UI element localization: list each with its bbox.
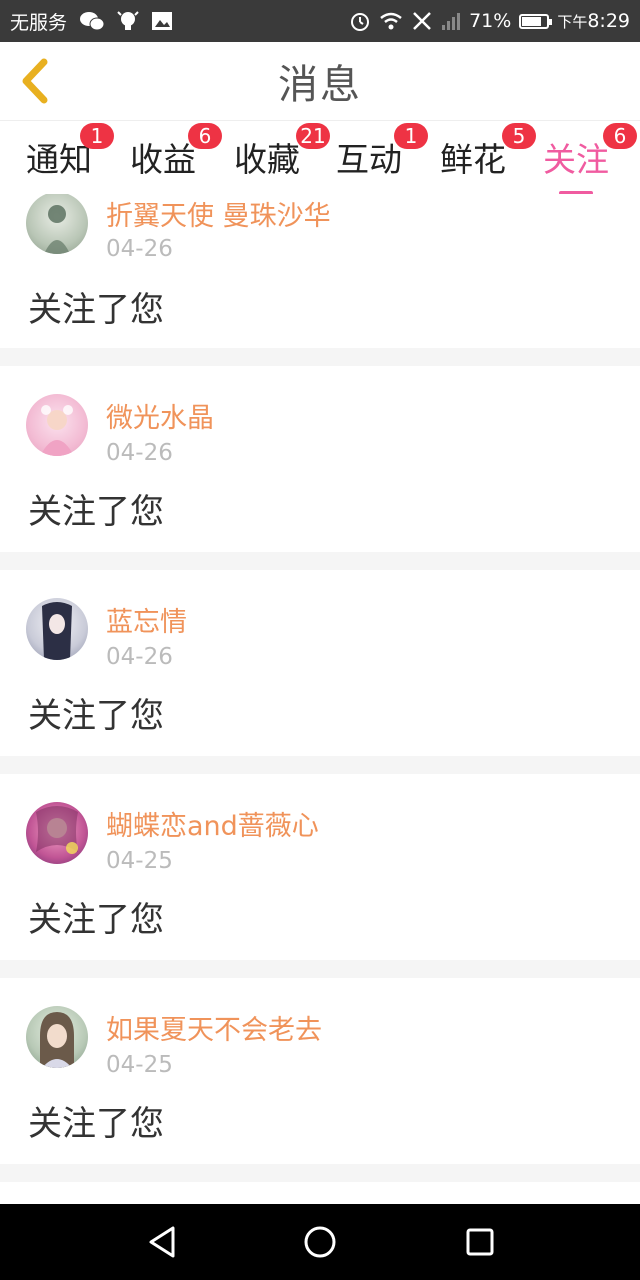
recents-square-icon: [466, 1228, 494, 1256]
chevron-left-icon: [22, 58, 48, 104]
tab-earnings[interactable]: 收益 6: [130, 123, 222, 181]
lightbulb-icon: [117, 9, 139, 33]
tab-label: 关注: [543, 140, 609, 179]
user-name[interactable]: 折翼天使 曼珠沙华: [106, 194, 331, 233]
list-item[interactable]: [0, 1182, 640, 1204]
follow-message: 关注了您: [28, 1104, 164, 1144]
back-triangle-icon: [149, 1226, 175, 1258]
follow-date: 04-25: [106, 1052, 173, 1078]
avatar[interactable]: [26, 1006, 88, 1068]
tab-interactions[interactable]: 互动 1: [336, 123, 428, 181]
follow-date: 04-26: [106, 440, 173, 466]
page-title: 消息: [278, 62, 362, 108]
tab-badge: 6: [603, 123, 637, 149]
avatar[interactable]: [26, 194, 88, 254]
user-name[interactable]: 微光水晶: [106, 396, 214, 435]
no-sim-icon: [411, 10, 433, 32]
image-icon: [151, 11, 173, 31]
list-item[interactable]: 折翼天使 曼珠沙华 04-26 关注了您: [0, 194, 640, 348]
list-item[interactable]: 微光水晶 04-26 关注了您: [0, 366, 640, 552]
nav-home-button[interactable]: [300, 1222, 340, 1262]
tab-badge: 21: [296, 123, 330, 149]
list-item[interactable]: 蝴蝶恋and蔷薇心 04-25 关注了您: [0, 774, 640, 960]
tab-label: 互动: [336, 140, 402, 179]
follow-feed[interactable]: 折翼天使 曼珠沙华 04-26 关注了您 微光水晶 04-26 关注了您 蓝忘情…: [0, 194, 640, 1204]
signal-icon: [441, 11, 461, 31]
tab-badge: 6: [188, 123, 222, 149]
back-button[interactable]: [18, 58, 52, 104]
follow-date: 04-26: [106, 236, 173, 262]
tab-label: 收益: [130, 140, 196, 179]
tab-badge: 1: [80, 123, 114, 149]
tab-label: 通知: [26, 140, 92, 179]
avatar[interactable]: [26, 802, 88, 864]
follow-message: 关注了您: [28, 290, 164, 330]
tab-label: 鲜花: [440, 140, 506, 179]
tab-favorites[interactable]: 收藏 21: [234, 123, 330, 181]
tab-flowers[interactable]: 鲜花 5: [440, 123, 536, 181]
tab-bar: 通知 1 收益 6 收藏 21 互动 1 鲜花 5 关注 6: [0, 120, 640, 195]
home-circle-icon: [304, 1226, 336, 1258]
follow-message: 关注了您: [28, 696, 164, 736]
tab-badge: 5: [502, 123, 536, 149]
battery-percent: 71%: [469, 10, 512, 32]
alarm-icon: [349, 10, 371, 32]
battery-icon: [519, 13, 553, 29]
avatar[interactable]: [26, 394, 88, 456]
nav-recents-button[interactable]: [460, 1222, 500, 1262]
list-item[interactable]: 蓝忘情 04-26 关注了您: [0, 570, 640, 756]
status-bar: 无服务 71% 下午8:29: [0, 0, 640, 42]
follow-message: 关注了您: [28, 492, 164, 532]
clock-time: 8:29: [587, 10, 630, 32]
user-name[interactable]: 蓝忘情: [106, 600, 187, 639]
avatar[interactable]: [26, 598, 88, 660]
follow-date: 04-26: [106, 644, 173, 670]
wechat-icon: [79, 11, 105, 31]
user-name[interactable]: 蝴蝶恋and蔷薇心: [106, 804, 319, 843]
system-nav-bar: [0, 1204, 640, 1280]
nav-back-button[interactable]: [142, 1222, 182, 1262]
tab-follows[interactable]: 关注 6: [543, 123, 637, 195]
user-name[interactable]: 如果夏天不会老去: [106, 1008, 322, 1047]
list-item[interactable]: 如果夏天不会老去 04-25 关注了您: [0, 978, 640, 1164]
header: 消息: [0, 42, 640, 120]
tab-label: 收藏: [234, 140, 300, 179]
carrier-text: 无服务: [10, 11, 68, 34]
follow-message: 关注了您: [28, 900, 164, 940]
time-prefix: 下午: [557, 13, 588, 31]
follow-date: 04-25: [106, 848, 173, 874]
tab-badge: 1: [394, 123, 428, 149]
wifi-icon: [379, 11, 403, 31]
tab-notifications[interactable]: 通知 1: [26, 123, 114, 181]
